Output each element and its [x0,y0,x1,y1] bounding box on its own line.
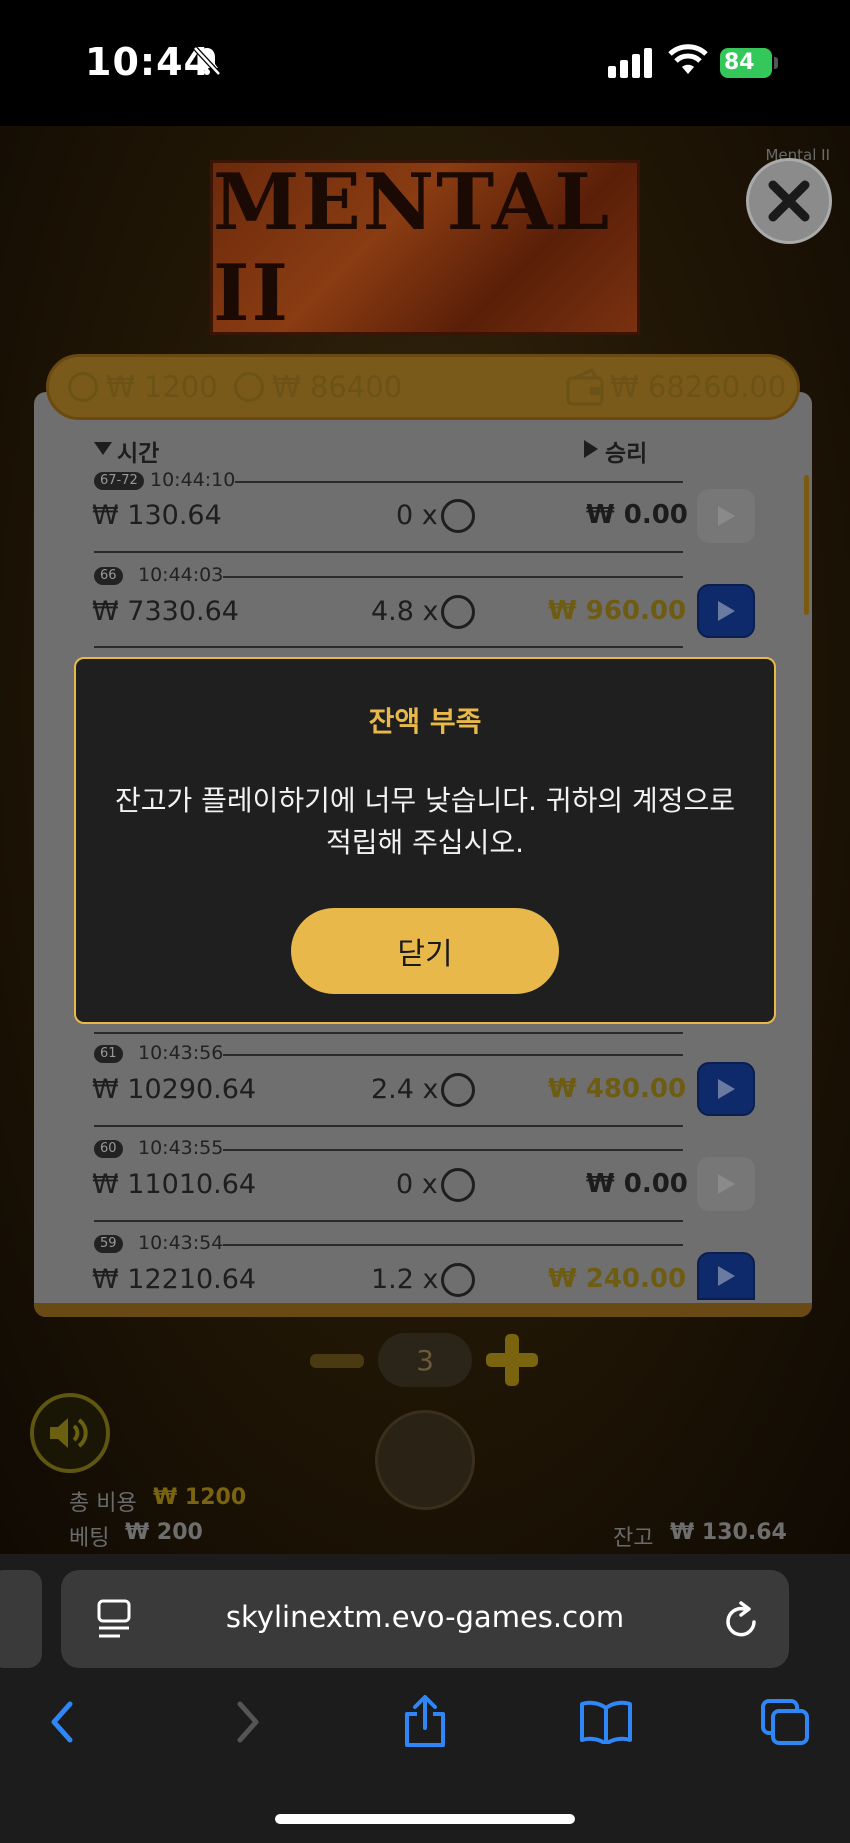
battery-level: 84 [720,48,772,78]
home-indicator [275,1814,575,1824]
row-divider [223,1149,683,1151]
round-multiplier: 2.4 x [371,1074,439,1105]
balance-label: 잔고 [613,1526,654,1551]
round-win: ₩ 240.00 [548,1264,687,1294]
coin-icon [441,1073,475,1107]
round-amount: ₩ 12210.64 [92,1264,257,1295]
round-badge: 61 [94,1045,123,1063]
bet-label: 베팅 [69,1526,110,1551]
round-amount: ₩ 10290.64 [92,1074,257,1105]
header-time[interactable]: 시간 [117,434,159,468]
total-win: ₩ 86400 [272,370,403,404]
round-multiplier: 0 x [396,1169,438,1200]
total-cost-value: ₩ 1200 [153,1485,247,1510]
spin-button[interactable] [375,1410,475,1510]
round-multiplier: 0 x [396,500,438,531]
round-badge: 59 [94,1235,123,1253]
balance-total: ₩ 68260.00 [610,370,787,404]
tabs-icon[interactable] [760,1698,810,1746]
previous-tab-preview[interactable] [0,1570,42,1668]
decrease-button[interactable] [310,1354,364,1368]
close-game-button[interactable] [746,158,832,244]
round-time: 10:43:56 [138,1042,224,1064]
round-time: 10:44:03 [138,564,224,586]
replay-button[interactable] [697,1252,755,1300]
dialog-title: 잔액 부족 [368,705,482,738]
replay-button[interactable] [697,489,755,543]
balance-value: ₩ 130.64 [670,1520,787,1545]
speaker-icon [50,1418,88,1448]
win-coin-icon [234,372,264,402]
coin-icon [441,499,475,533]
stepper-value: 3 [378,1333,472,1387]
history-panel-footer [34,1303,812,1317]
forward-icon[interactable] [234,1700,262,1744]
round-time: 10:44:10 [150,469,236,491]
coin-icon [441,1263,475,1297]
row-divider [223,1054,683,1056]
total-bet: ₩ 1200 [106,370,218,404]
game-logo: MENTAL II [210,157,640,339]
row-divider [94,1220,683,1222]
reload-icon[interactable] [722,1600,760,1640]
play-icon [718,506,735,526]
play-icon [718,1266,735,1286]
round-multiplier: 1.2 x [371,1264,439,1295]
row-divider [223,1244,683,1246]
round-amount: ₩ 11010.64 [92,1169,257,1200]
close-icon [768,180,810,222]
row-divider [94,1032,683,1034]
round-win: ₩ 0.00 [586,1169,688,1199]
round-badge: 66 [94,567,123,585]
row-divider [94,1125,683,1127]
wallet-icon [566,368,604,406]
row-divider [94,551,683,553]
round-amount: ₩ 7330.64 [92,596,239,627]
round-win: ₩ 960.00 [548,596,687,626]
bet-value: ₩ 200 [125,1520,203,1545]
round-badge: 67-72 [94,472,144,490]
total-cost-label: 총 비용 [69,1491,137,1516]
history-scrollbar[interactable] [804,475,809,615]
row-divider [223,576,683,578]
bet-coin-icon [68,372,98,402]
round-win: ₩ 480.00 [548,1074,687,1104]
play-icon [718,1174,735,1194]
row-divider [94,646,683,648]
dialog-close-button[interactable]: 닫기 [291,908,559,994]
header-win[interactable]: 승리 [605,434,647,468]
replay-button[interactable] [697,1062,755,1116]
play-icon [718,1079,735,1099]
url-text[interactable]: skylinextm.evo-games.com [61,1600,789,1634]
game-logo-text: MENTAL II [213,156,612,339]
round-time: 10:43:55 [138,1137,224,1159]
coin-icon [441,1168,475,1202]
bookmarks-icon[interactable] [578,1700,634,1744]
row-divider [235,481,683,483]
sort-play-icon [584,440,598,458]
battery-tip [774,57,778,69]
increase-button[interactable] [484,1332,540,1388]
round-badge: 60 [94,1140,123,1158]
sound-toggle[interactable] [30,1393,110,1473]
round-time: 10:43:54 [138,1232,224,1254]
back-icon[interactable] [48,1700,76,1744]
share-icon[interactable] [402,1694,448,1748]
wifi-icon [668,44,708,74]
round-multiplier: 4.8 x [371,596,439,627]
coin-icon [441,595,475,629]
sort-down-icon [94,442,112,455]
silent-bell-icon [193,46,221,76]
replay-button[interactable] [697,584,755,638]
round-win: ₩ 0.00 [586,500,688,530]
round-amount: ₩ 130.64 [92,500,222,531]
cellular-signal-icon [608,48,652,78]
replay-button[interactable] [697,1157,755,1211]
play-icon [718,601,735,621]
dialog-message: 잔고가 플레이하기에 너무 낮습니다. 귀하의 계정으로 적립해 주십시오. [114,784,736,859]
